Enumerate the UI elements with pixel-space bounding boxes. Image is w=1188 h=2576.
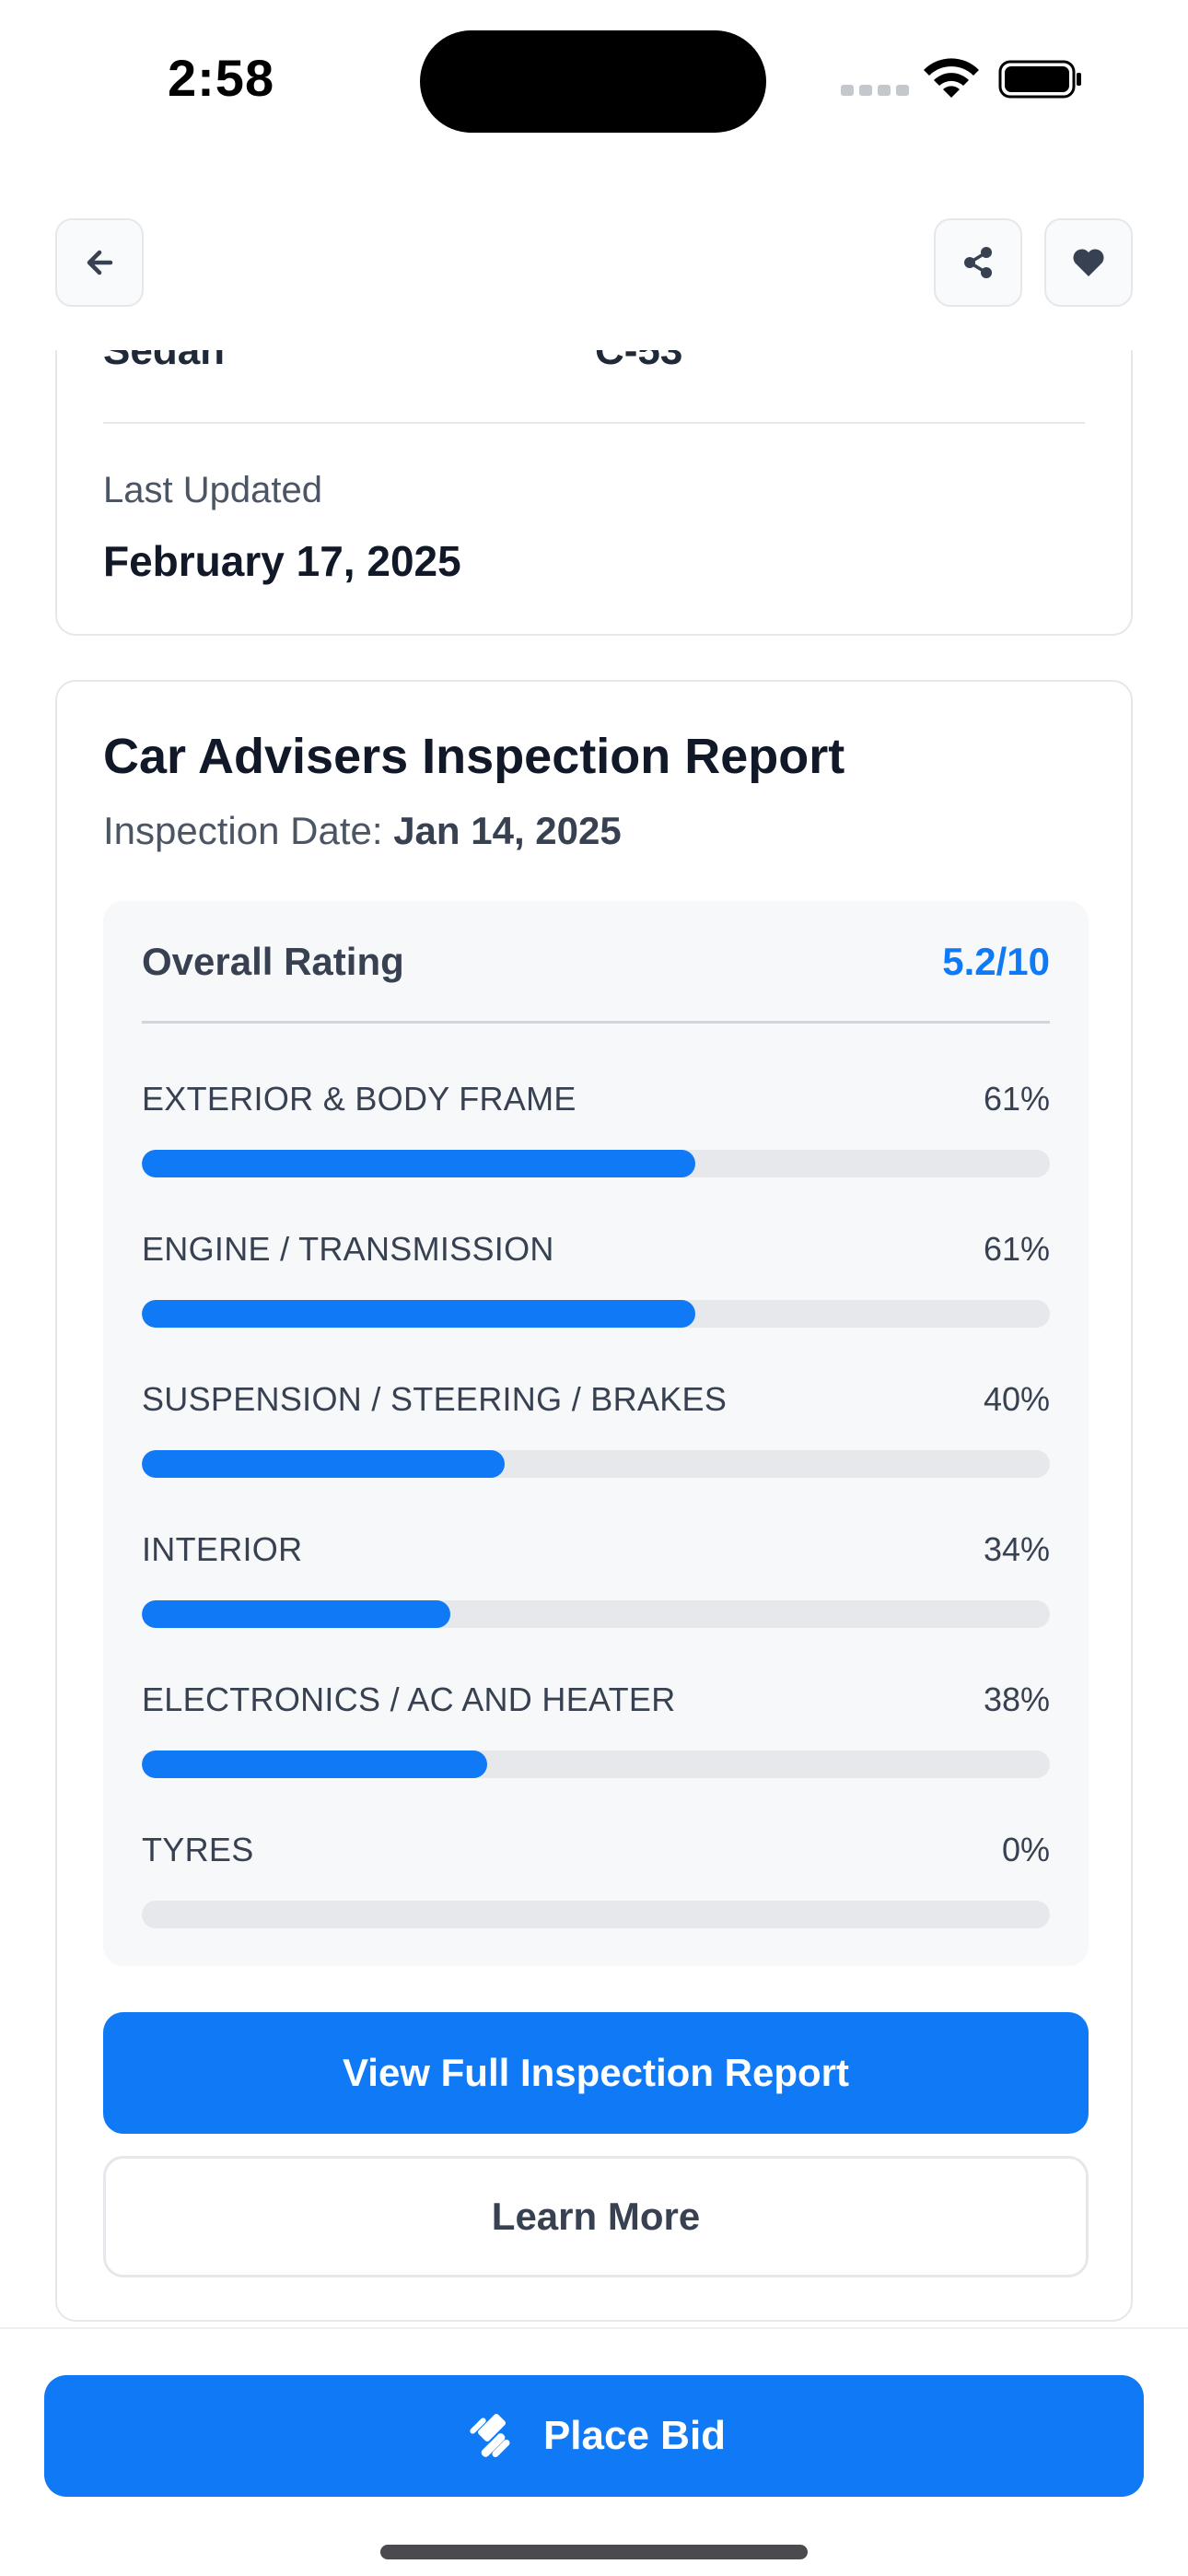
- category-percent: 34%: [983, 1530, 1050, 1568]
- inspection-date-value: Jan 14, 2025: [393, 809, 622, 852]
- progress-track: [142, 1751, 1050, 1778]
- model-value: C-53: [595, 350, 683, 373]
- progress-track: [142, 1300, 1050, 1328]
- category-row: EXTERIOR & BODY FRAME 61%: [142, 1080, 1050, 1190]
- category-name: SUSPENSION / STEERING / BRAKES: [142, 1380, 728, 1418]
- gavel-icon: [470, 2413, 510, 2458]
- progress-track: [142, 1901, 1050, 1928]
- category-percent: 0%: [1001, 1831, 1050, 1868]
- share-icon: [964, 247, 992, 278]
- report-title: Car Advisers Inspection Report: [103, 729, 845, 784]
- last-updated-label: Last Updated: [103, 470, 322, 510]
- progress-fill: [142, 1751, 487, 1778]
- wifi-icon: [924, 58, 979, 98]
- progress-track: [142, 1150, 1050, 1177]
- overall-rating-label: Overall Rating: [142, 940, 404, 983]
- progress-track: [142, 1600, 1050, 1628]
- category-row: SUSPENSION / STEERING / BRAKES 40%: [142, 1380, 1050, 1491]
- rating-panel: Overall Rating 5.2/10 EXTERIOR & BODY FR…: [103, 901, 1089, 1966]
- place-bid-button[interactable]: Place Bid: [44, 2375, 1144, 2497]
- vehicle-details-card: Sedan C-53 Last Updated February 17, 202…: [55, 350, 1133, 636]
- category-percent: 61%: [983, 1230, 1050, 1268]
- category-row: ENGINE / TRANSMISSION 61%: [142, 1230, 1050, 1341]
- category-name: TYRES: [142, 1831, 254, 1868]
- category-name: ELECTRONICS / AC AND HEATER: [142, 1680, 676, 1718]
- back-button[interactable]: [55, 218, 144, 307]
- overall-rating-value: 5.2/10: [942, 940, 1050, 983]
- share-button[interactable]: [934, 218, 1022, 307]
- bottom-action-bar: Place Bid: [0, 2327, 1188, 2576]
- progress-fill: [142, 1150, 696, 1177]
- last-updated-value: February 17, 2025: [103, 537, 461, 585]
- progress-fill: [142, 1300, 696, 1328]
- inspection-date: Inspection Date: Jan 14, 2025: [103, 809, 622, 853]
- arrow-left-icon: [87, 250, 113, 275]
- view-full-report-button[interactable]: View Full Inspection Report: [103, 2012, 1089, 2134]
- category-name: EXTERIOR & BODY FRAME: [142, 1080, 577, 1118]
- status-bar: 2:58: [0, 0, 1188, 157]
- category-row: INTERIOR 34%: [142, 1530, 1050, 1641]
- category-row: ELECTRONICS / AC AND HEATER 38%: [142, 1680, 1050, 1791]
- progress-track: [142, 1450, 1050, 1478]
- inspection-date-label: Inspection Date:: [103, 809, 394, 852]
- battery-icon: [998, 60, 1081, 99]
- progress-fill: [142, 1450, 506, 1478]
- progress-fill: [142, 1600, 451, 1628]
- place-bid-label: Place Bid: [542, 2413, 727, 2458]
- dynamic-island: [420, 30, 766, 133]
- heart-icon: [1073, 249, 1104, 276]
- rating-divider: [142, 1021, 1050, 1024]
- category-name: INTERIOR: [142, 1530, 303, 1568]
- learn-more-button[interactable]: Learn More: [103, 2156, 1089, 2277]
- body-type-value: Sedan: [103, 350, 226, 373]
- category-percent: 40%: [983, 1380, 1050, 1418]
- overall-rating-row: Overall Rating 5.2/10: [142, 940, 1050, 988]
- inspection-report-card: Car Advisers Inspection Report Inspectio…: [55, 680, 1133, 2322]
- home-indicator: [380, 2545, 808, 2559]
- cellular-signal-icon: [841, 85, 909, 96]
- divider: [103, 422, 1085, 424]
- category-name: ENGINE / TRANSMISSION: [142, 1230, 554, 1268]
- status-time: 2:58: [168, 49, 275, 107]
- category-percent: 38%: [983, 1680, 1050, 1718]
- category-percent: 61%: [983, 1080, 1050, 1118]
- category-row: TYRES 0%: [142, 1831, 1050, 1941]
- favorite-button[interactable]: [1044, 218, 1133, 307]
